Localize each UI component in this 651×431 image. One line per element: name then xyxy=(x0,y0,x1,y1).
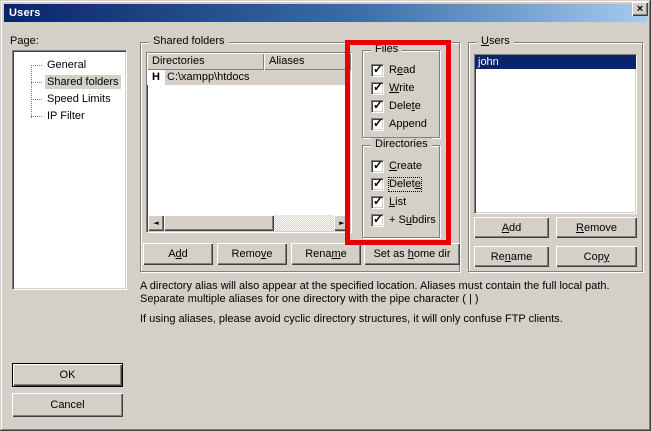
subdirs-label: + Subdirs xyxy=(389,214,436,227)
horizontal-scrollbar[interactable]: ◄ ► xyxy=(148,215,350,231)
files-permissions-group: Files ✓ Read ✓ Write ✓ Delete ✓ Append xyxy=(362,50,440,138)
page-list: General Shared folders Speed Limits IP F… xyxy=(12,50,127,290)
directory-path: C:\xampp\htdocs xyxy=(165,70,351,85)
page-item-ip-filter[interactable]: IP Filter xyxy=(15,108,124,125)
write-label: Write xyxy=(389,82,414,95)
read-checkbox[interactable]: ✓ xyxy=(371,64,384,77)
page-item-speed-limits[interactable]: Speed Limits xyxy=(15,91,124,108)
scrollbar-track[interactable] xyxy=(274,215,334,231)
check-icon: ✓ xyxy=(373,62,383,76)
check-icon: ✓ xyxy=(373,98,383,112)
user-add-button[interactable]: Add xyxy=(474,217,549,238)
scrollbar-thumb[interactable] xyxy=(164,215,274,231)
write-checkbox[interactable]: ✓ xyxy=(371,82,384,95)
titlebar[interactable]: Users xyxy=(4,4,647,22)
dir-delete-checkbox-row[interactable]: ✓ Delete xyxy=(371,178,421,191)
check-icon: ✓ xyxy=(373,194,383,208)
append-checkbox-row[interactable]: ✓ Append xyxy=(371,118,427,131)
create-checkbox-row[interactable]: ✓ Create xyxy=(371,160,422,173)
check-icon: ✓ xyxy=(373,212,383,226)
ok-button[interactable]: OK xyxy=(12,363,123,387)
column-header-aliases[interactable]: Aliases xyxy=(264,53,351,70)
create-checkbox[interactable]: ✓ xyxy=(371,160,384,173)
file-delete-checkbox[interactable]: ✓ xyxy=(371,100,384,113)
directories-permissions-group: Directories ✓ Create ✓ Delete ✓ List ✓ +… xyxy=(362,145,440,238)
check-icon: ✓ xyxy=(373,158,383,172)
check-icon: ✓ xyxy=(373,116,383,130)
scroll-left-icon: ◄ xyxy=(153,219,158,227)
close-button[interactable]: × xyxy=(632,2,648,16)
dir-delete-label: Delete xyxy=(389,178,421,191)
append-label: Append xyxy=(389,118,427,131)
list-checkbox[interactable]: ✓ xyxy=(371,196,384,209)
alias-description-paragraph-1: A directory alias will also appear at th… xyxy=(140,280,643,306)
users-group-label: Users xyxy=(477,35,514,47)
directories-group-label: Directories xyxy=(371,138,432,150)
folder-remove-button[interactable]: Remove xyxy=(217,243,287,265)
dir-delete-checkbox[interactable]: ✓ xyxy=(371,178,384,191)
user-row-john[interactable]: john xyxy=(475,55,636,69)
page-item-shared-folders[interactable]: Shared folders xyxy=(15,74,124,91)
scroll-left-button[interactable]: ◄ xyxy=(148,215,164,231)
scroll-right-icon: ► xyxy=(339,219,344,227)
shared-folders-group-label: Shared folders xyxy=(149,35,229,47)
user-remove-button[interactable]: Remove xyxy=(556,217,637,238)
set-as-home-dir-button[interactable]: Set as home dir xyxy=(364,243,460,265)
users-dialog: Users × Page: General Shared folders Spe… xyxy=(0,0,651,431)
user-rename-button[interactable]: Rename xyxy=(474,246,549,267)
column-header-directories[interactable]: Directories xyxy=(147,53,264,70)
subdirs-checkbox-row[interactable]: ✓ + Subdirs xyxy=(371,214,436,227)
users-list[interactable]: john xyxy=(474,54,637,214)
user-copy-button[interactable]: Copy xyxy=(556,246,637,267)
scroll-right-button[interactable]: ► xyxy=(334,215,350,231)
window-title: Users xyxy=(4,7,41,19)
check-icon: ✓ xyxy=(373,80,383,94)
close-icon: × xyxy=(637,3,643,15)
create-label: Create xyxy=(389,160,422,173)
page-item-general[interactable]: General xyxy=(15,57,124,74)
read-checkbox-row[interactable]: ✓ Read xyxy=(371,64,415,77)
write-checkbox-row[interactable]: ✓ Write xyxy=(371,82,414,95)
directory-row[interactable]: H C:\xampp\htdocs xyxy=(147,70,351,85)
file-delete-checkbox-row[interactable]: ✓ Delete xyxy=(371,100,421,113)
list-checkbox-row[interactable]: ✓ List xyxy=(371,196,406,209)
folder-rename-button[interactable]: Rename xyxy=(291,243,361,265)
read-label: Read xyxy=(389,64,415,77)
file-delete-label: Delete xyxy=(389,100,421,113)
alias-description: A directory alias will also appear at th… xyxy=(140,280,643,333)
shared-folders-list: Directories Aliases H C:\xampp\htdocs ◄ … xyxy=(146,52,352,233)
append-checkbox[interactable]: ✓ xyxy=(371,118,384,131)
list-label: List xyxy=(389,196,406,209)
list-header: Directories Aliases xyxy=(147,53,351,70)
subdirs-checkbox[interactable]: ✓ xyxy=(371,214,384,227)
alias-description-paragraph-2: If using aliases, please avoid cyclic di… xyxy=(140,313,643,326)
cancel-button[interactable]: Cancel xyxy=(12,393,123,417)
folder-add-button[interactable]: Add xyxy=(143,243,213,265)
home-dir-marker: H xyxy=(147,70,165,85)
check-icon: ✓ xyxy=(373,176,383,190)
page-label: Page: xyxy=(10,35,39,47)
files-group-label: Files xyxy=(371,43,402,55)
